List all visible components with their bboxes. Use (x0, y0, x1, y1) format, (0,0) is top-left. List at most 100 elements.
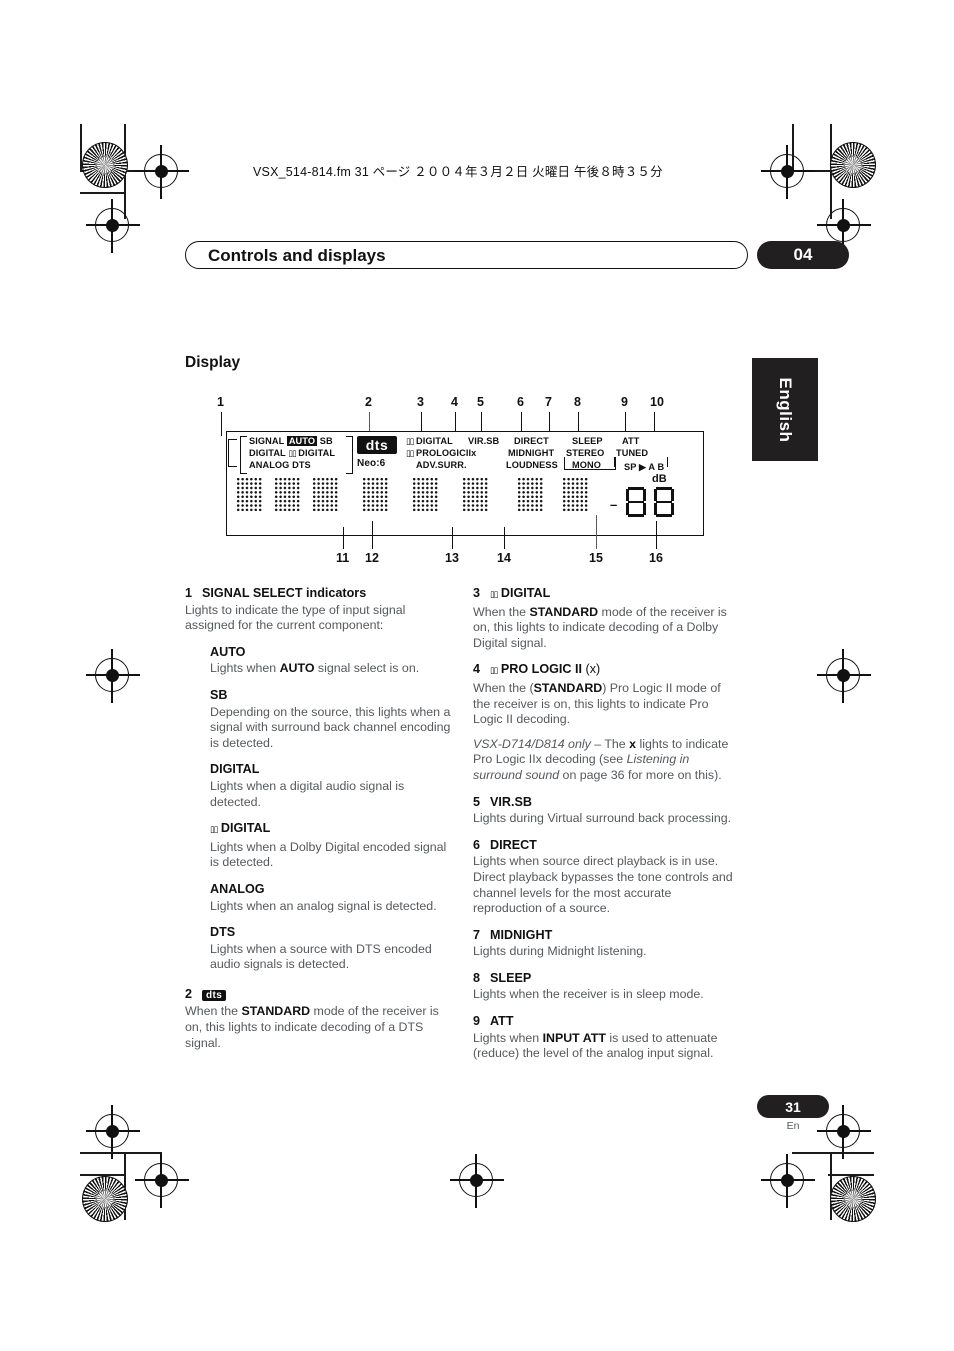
leader-line (343, 527, 345, 549)
item-6-body: Lights when source direct playback is in… (473, 854, 733, 916)
crop-line (80, 1152, 162, 1154)
item-5-title: VIR.SB (490, 794, 532, 809)
item-3-title: DIGITAL (500, 586, 551, 600)
page-number-badge: 31 (757, 1095, 829, 1118)
db-label: dB (652, 473, 667, 485)
tuned-group-bracket (614, 457, 668, 467)
item-7-heading: 7 MIDNIGHT (473, 928, 741, 944)
section-heading: Display (185, 354, 241, 371)
item-6-title: DIRECT (490, 837, 537, 852)
signal-group-bracket (228, 439, 237, 467)
item-2-body: When the STANDARD mode of the receiver i… (185, 1004, 439, 1050)
item-7-number: 7 (473, 927, 481, 942)
db-digit (626, 487, 646, 517)
db-digit (654, 487, 674, 517)
language-side-tab: English (752, 358, 818, 461)
item-2-number: 2 (185, 986, 193, 1001)
callout-16: 16 (649, 551, 663, 565)
registration-sunburst (82, 1176, 128, 1222)
mono-group-bracket (564, 457, 616, 470)
indicator-direct: DIRECT (514, 436, 549, 446)
item-1-title: SIGNAL SELECT indicators (202, 586, 367, 600)
crop-line (792, 1152, 874, 1154)
indicator-analog-dts-row: ANALOG DTS (249, 460, 311, 470)
lcd-char-cell (412, 477, 438, 511)
indicator-att: ATT (622, 436, 640, 446)
item-9-number: 9 (473, 1014, 481, 1029)
item-7-title: MIDNIGHT (490, 927, 553, 942)
item-9-body: Lights when INPUT ATT is used to attenua… (473, 1030, 718, 1061)
item-8-body: Lights when the receiver is in sleep mod… (473, 987, 704, 1002)
registration-mark (817, 649, 871, 703)
registration-mark (450, 1154, 504, 1208)
item-9-title: ATT (490, 1014, 514, 1029)
callout-11: 11 (336, 551, 350, 565)
item-4-note: VSX-D714/D814 only – The x lights to ind… (473, 736, 729, 782)
item-6-heading: 6 DIRECT (473, 838, 741, 854)
chapter-title-bar: Controls and displays (185, 241, 748, 269)
item-2-heading: 2 dts (185, 987, 453, 1004)
registration-mark (135, 145, 189, 199)
item-5-number: 5 (473, 794, 481, 809)
item-4-heading: 4 ▯▯ PRO LOGIC II (x) (473, 662, 741, 680)
item-1-sub-dolby-digital-body: Lights when a Dolby Digital encoded sign… (210, 839, 447, 870)
chapter-number-badge: 04 (757, 241, 849, 269)
item-1-sub-analog-title: ANALOG (210, 881, 265, 896)
item-1-body: Lights to indicate the type of input sig… (185, 602, 406, 633)
leader-line (504, 527, 506, 549)
callout-2: 2 (365, 395, 372, 409)
indicator-midnight: MIDNIGHT (508, 448, 555, 458)
item-5-heading: 5 VIR.SB (473, 795, 741, 811)
callout-5: 5 (477, 395, 484, 409)
lcd-char-cell (312, 477, 338, 511)
indicator-adv-surr: ADV.SURR. (416, 460, 467, 470)
display-diagram: 1 2 3 4 5 6 7 8 9 10 SIGNAL AUTO SB DIGI… (212, 395, 712, 575)
callout-14: 14 (497, 551, 511, 565)
callout-8: 8 (574, 395, 581, 409)
item-7-body: Lights during Midnight listening. (473, 944, 647, 959)
registration-sunburst (82, 142, 128, 188)
dts-logo: dts (202, 989, 227, 1001)
item-4-title-suffix: (x) (585, 662, 601, 677)
item-1-sub-dolby-digital-title: ▯▯ DIGITAL (210, 821, 271, 836)
callout-3: 3 (417, 395, 424, 409)
indicator-vir-sb: VIR.SB (468, 436, 500, 446)
leader-line (656, 521, 658, 549)
item-1-sub-auto-body: Lights when AUTO signal select is on. (210, 661, 420, 676)
item-1-sub-digital-body: Lights when a digital audio signal is de… (210, 778, 405, 809)
db-minus-sign: – (610, 497, 618, 512)
indicator-dolby-digital: ▯▯ DIGITAL (406, 436, 453, 447)
dolby-logo-icon: ▯▯ (490, 666, 498, 677)
callout-10: 10 (650, 395, 664, 409)
registration-mark (761, 1154, 815, 1208)
item-1-number: 1 (185, 586, 193, 600)
callout-6: 6 (517, 395, 524, 409)
item-1-sub-digital-title: DIGITAL (210, 762, 260, 777)
lcd-char-cell (562, 477, 588, 511)
indicator-digital-row: DIGITAL ▯▯ DIGITAL (249, 448, 336, 459)
registration-sunburst (830, 142, 876, 188)
indicator-loudness: LOUDNESS (506, 460, 558, 470)
callout-7: 7 (545, 395, 552, 409)
item-8-title: SLEEP (490, 970, 532, 985)
leader-line (596, 515, 598, 549)
item-4-number: 4 (473, 662, 481, 677)
indicator-auto: AUTO (286, 436, 318, 446)
item-3-number: 3 (473, 586, 481, 600)
callout-13: 13 (445, 551, 459, 565)
registration-mark (135, 1154, 189, 1208)
registration-sunburst (830, 1176, 876, 1222)
item-4-body: When the (STANDARD) Pro Logic II mode of… (473, 680, 721, 727)
left-text-column: 1 SIGNAL SELECT indicators Lights to indi… (185, 586, 453, 1051)
leader-line (372, 521, 374, 549)
callout-9: 9 (621, 395, 628, 409)
chapter-title: Controls and displays (208, 246, 386, 265)
dts-logo: dts (357, 436, 397, 454)
right-text-column: 3 ▯▯ DIGITAL When the STANDARD mode of th… (473, 586, 741, 1062)
page-language-label: En (786, 1120, 800, 1132)
signal-group-bracket-right (346, 436, 353, 474)
lcd-char-cell (274, 477, 300, 511)
callout-12: 12 (365, 551, 379, 565)
item-1-sub-dts-body: Lights when a source with DTS encoded au… (210, 941, 432, 972)
item-3-heading: 3 ▯▯ DIGITAL (473, 586, 741, 604)
